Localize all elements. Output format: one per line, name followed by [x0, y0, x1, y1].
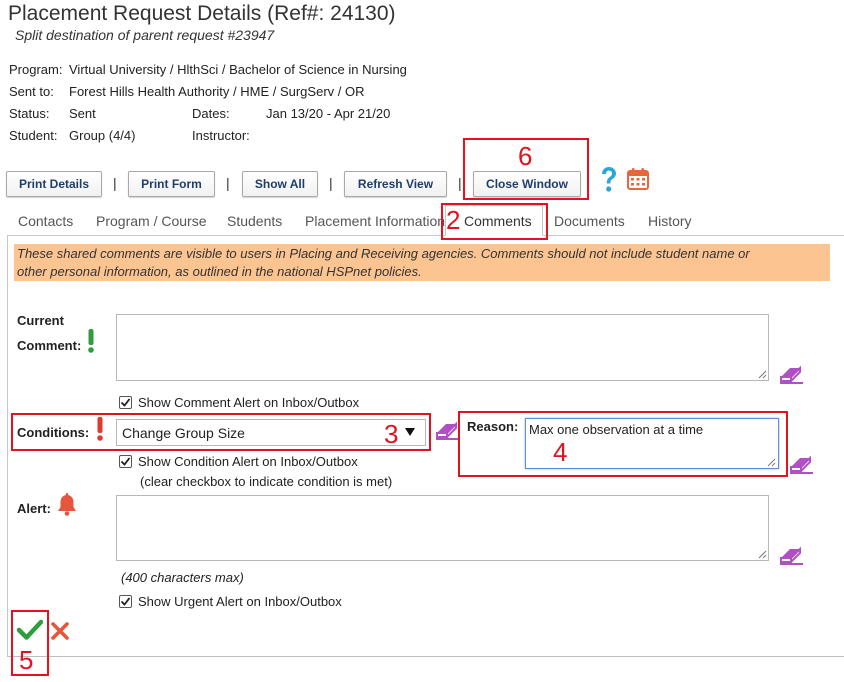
program-label: Program:: [9, 62, 63, 77]
checkmark-icon: [120, 457, 131, 466]
annotation-box-4: [458, 411, 788, 477]
current-comment-label-1: Current: [17, 313, 64, 328]
status-label: Status:: [9, 106, 50, 121]
sent-to-value: Forest Hills Health Authority / HME / Su…: [69, 84, 365, 99]
alert-input[interactable]: [116, 495, 769, 561]
alert-label: Alert:: [17, 501, 51, 516]
annotation-number-5: 5: [19, 645, 34, 675]
eraser-icon[interactable]: [778, 364, 804, 384]
exclamation-icon: [88, 329, 94, 353]
instructor-label: Instructor:: [192, 128, 250, 143]
eraser-icon[interactable]: [788, 454, 814, 474]
cancel-close-icon[interactable]: [51, 622, 69, 640]
page-subtitle: Split destination of parent request #239…: [15, 27, 275, 43]
checkmark-icon: [120, 398, 131, 407]
alert-max-hint: (400 characters max): [121, 570, 244, 585]
annotation-box-3: [11, 413, 431, 451]
annotation-number-3: 3: [384, 419, 399, 449]
toolbar-separator: |: [113, 175, 117, 191]
resize-grip-icon[interactable]: [757, 369, 767, 379]
toolbar-separator: |: [458, 175, 462, 191]
tab-students[interactable]: Students: [227, 213, 282, 229]
student-label: Student:: [9, 128, 58, 143]
show-comment-alert-checkbox[interactable]: [119, 396, 132, 409]
show-urgent-alert-label: Show Urgent Alert on Inbox/Outbox: [138, 594, 342, 609]
notice-line-1: These shared comments are visible to use…: [17, 246, 750, 261]
dates-value: Jan 13/20 - Apr 21/20: [266, 106, 391, 121]
checkmark-icon: [120, 597, 131, 606]
tab-history[interactable]: History: [648, 213, 692, 229]
eraser-icon[interactable]: [778, 545, 804, 565]
tab-program-course[interactable]: Program / Course: [96, 213, 206, 229]
help-icon[interactable]: [598, 166, 620, 194]
show-condition-alert-label: Show Condition Alert on Inbox/Outbox: [138, 454, 358, 469]
show-all-button[interactable]: Show All: [242, 171, 318, 197]
current-comment-input[interactable]: [116, 314, 769, 381]
eraser-icon[interactable]: [434, 420, 460, 440]
annotation-number-2: 2: [446, 205, 461, 235]
print-form-button[interactable]: Print Form: [128, 171, 215, 197]
page-title: Placement Request Details (Ref#: 24130): [8, 2, 396, 25]
refresh-view-button[interactable]: Refresh View: [344, 171, 447, 197]
condition-hint: (clear checkbox to indicate condition is…: [140, 474, 393, 489]
sent-to-label: Sent to:: [9, 84, 54, 99]
dates-label: Dates:: [192, 106, 230, 121]
show-comment-alert-label: Show Comment Alert on Inbox/Outbox: [138, 395, 360, 410]
tab-placement-information[interactable]: Placement Information: [305, 213, 445, 229]
resize-grip-icon[interactable]: [757, 549, 767, 559]
calendar-icon[interactable]: [626, 167, 650, 191]
tab-documents[interactable]: Documents: [554, 213, 625, 229]
show-condition-alert-checkbox[interactable]: [119, 455, 132, 468]
toolbar-separator: |: [329, 175, 333, 191]
toolbar-separator: |: [226, 175, 230, 191]
print-details-button[interactable]: Print Details: [6, 171, 102, 197]
annotation-number-6: 6: [518, 141, 533, 171]
notice-line-2: other personal information, as outlined …: [17, 264, 422, 279]
bell-icon: [58, 493, 76, 516]
annotation-number-4: 4: [553, 437, 568, 467]
privacy-notice: These shared comments are visible to use…: [14, 244, 830, 281]
status-value: Sent: [69, 106, 96, 121]
show-urgent-alert-checkbox[interactable]: [119, 595, 132, 608]
tab-contacts[interactable]: Contacts: [18, 213, 73, 229]
student-value: Group (4/4): [69, 128, 136, 143]
current-comment-label-2: Comment:: [17, 338, 82, 353]
program-value: Virtual University / HlthSci / Bachelor …: [69, 62, 407, 77]
